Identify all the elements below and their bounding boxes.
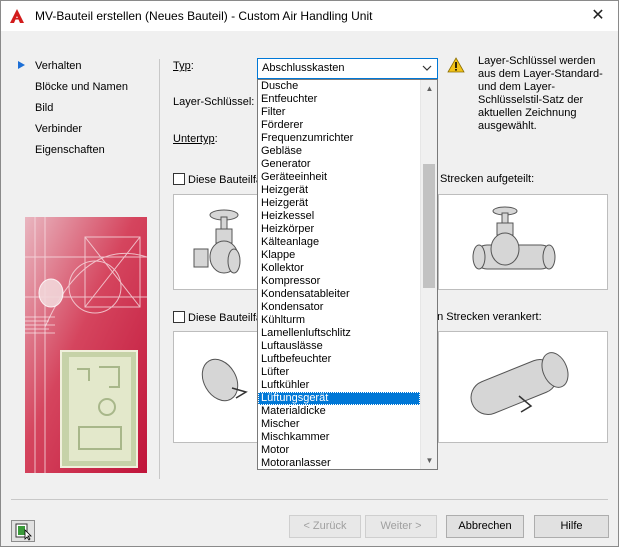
anchor-checkbox-label: Diese Bauteilfa bbox=[188, 312, 262, 324]
nav-item-2[interactable]: Bild bbox=[17, 101, 147, 122]
anchor-checkbox-row: Diese Bauteilfa bbox=[173, 311, 262, 324]
next-button[interactable]: Weiter > bbox=[365, 515, 437, 538]
typ-option[interactable]: Motor bbox=[258, 444, 420, 457]
nav-item-1[interactable]: Blöcke und Namen bbox=[17, 80, 147, 101]
typ-option-list: Dusche Entfeuchter Filter Förderer Frequenzu… bbox=[258, 80, 420, 469]
typ-option[interactable]: Heizgerät bbox=[258, 197, 420, 210]
anchor-checkbox[interactable] bbox=[173, 311, 185, 323]
nav-item-label: Verbinder bbox=[35, 123, 83, 135]
typ-option[interactable]: Frequenzumrichter bbox=[258, 132, 420, 145]
nav-item-3[interactable]: Verbinder bbox=[17, 122, 147, 143]
typ-option[interactable]: Entfeuchter bbox=[258, 93, 420, 106]
step-navigation: Verhalten Blöcke und Namen Bild Verbinder Ei… bbox=[17, 59, 147, 164]
window-title: MV-Bauteil erstellen (Neues Bauteil) - C… bbox=[35, 9, 373, 23]
typ-combobox[interactable]: Abschlusskasten bbox=[257, 58, 438, 79]
typ-option[interactable]: Materialdicke bbox=[258, 405, 420, 418]
layer-key-label: Layer-Schlüssel: bbox=[173, 96, 255, 108]
close-button[interactable]: ✕ bbox=[586, 4, 610, 28]
active-step-arrow-icon bbox=[18, 61, 25, 69]
cap-preview-small bbox=[173, 331, 259, 443]
nav-item-label: Verhalten bbox=[35, 60, 82, 72]
blueprint-illustration bbox=[25, 217, 147, 473]
typ-option[interactable]: Kompressor bbox=[258, 275, 420, 288]
typ-option[interactable]: Filter bbox=[258, 106, 420, 119]
autocad-logo-icon bbox=[10, 9, 24, 23]
subtype-label-colon: : bbox=[214, 133, 218, 145]
typ-option[interactable]: Lüfter bbox=[258, 366, 420, 379]
corner-tool-button[interactable] bbox=[11, 520, 35, 542]
typ-option[interactable]: Luftbefeuchter bbox=[258, 353, 420, 366]
typ-option[interactable]: Heizkessel bbox=[258, 210, 420, 223]
typ-combobox-value: Abschlusskasten bbox=[262, 62, 345, 74]
back-button[interactable]: < Zurück bbox=[289, 515, 361, 538]
typ-option[interactable]: Luftkühler bbox=[258, 379, 420, 392]
dialog-window: MV-Bauteil erstellen (Neues Bauteil) - C… bbox=[0, 0, 619, 547]
typ-option[interactable]: Lamellenluftschlitz bbox=[258, 327, 420, 340]
chevron-down-icon[interactable] bbox=[422, 63, 432, 73]
typ-option[interactable]: Mischkammer bbox=[258, 431, 420, 444]
valve-preview-small bbox=[173, 194, 259, 290]
typ-option[interactable]: Heizkörper bbox=[258, 223, 420, 236]
scroll-up-arrow-icon[interactable]: ▲ bbox=[421, 80, 438, 97]
typ-label-text: Typ bbox=[173, 60, 191, 72]
nav-item-label: Eigenschaften bbox=[35, 144, 105, 156]
nav-item-label: Blöcke und Namen bbox=[35, 81, 128, 93]
cancel-button[interactable]: Abbrechen bbox=[446, 515, 524, 538]
typ-option[interactable]: Klappe bbox=[258, 249, 420, 262]
typ-option[interactable]: Kondensatableiter bbox=[258, 288, 420, 301]
typ-option[interactable]: Luftauslässe bbox=[258, 340, 420, 353]
valve-icon bbox=[193, 209, 241, 274]
typ-option[interactable]: Mischer bbox=[258, 418, 420, 431]
typ-option[interactable]: Generator bbox=[258, 158, 420, 171]
typ-option[interactable]: Kälteanlage bbox=[258, 236, 420, 249]
nav-item-0[interactable]: Verhalten bbox=[17, 59, 147, 80]
dropdown-scrollbar[interactable]: ▲ ▼ bbox=[420, 80, 437, 469]
typ-option[interactable]: Lüftungsgerät bbox=[258, 392, 420, 405]
layer-key-note: Layer-Schlüssel werden aus dem Layer-Sta… bbox=[478, 55, 603, 132]
typ-label: Typ: bbox=[173, 60, 194, 72]
cylinder-icon bbox=[470, 352, 569, 415]
panel-cursor-icon bbox=[15, 523, 32, 541]
typ-option[interactable]: Motoranlasser bbox=[258, 457, 420, 469]
subtype-label-text: Untertyp bbox=[173, 133, 215, 145]
pipe-valve-icon bbox=[472, 206, 556, 270]
help-button[interactable]: Hilfe bbox=[534, 515, 609, 538]
typ-option[interactable]: Heizgerät bbox=[258, 184, 420, 197]
warning-icon bbox=[447, 57, 465, 73]
typ-option[interactable]: Dusche bbox=[258, 80, 420, 93]
vertical-separator bbox=[159, 59, 160, 479]
typ-option[interactable]: Kühlturm bbox=[258, 314, 420, 327]
subtype-label: Untertyp: bbox=[173, 133, 218, 145]
typ-option[interactable]: Kondensator bbox=[258, 301, 420, 314]
cap-preview-large bbox=[438, 331, 608, 443]
cylinder-cap-icon bbox=[201, 358, 248, 402]
footer-separator bbox=[11, 499, 608, 500]
scroll-down-arrow-icon[interactable]: ▼ bbox=[421, 452, 438, 469]
anchor-checkbox-label-end: en Strecken verankert: bbox=[431, 311, 542, 323]
nav-item-4[interactable]: Eigenschaften bbox=[17, 143, 147, 164]
nav-item-label: Bild bbox=[35, 102, 54, 114]
typ-dropdown-list[interactable]: Dusche Entfeuchter Filter Förderer Frequenzu… bbox=[257, 79, 438, 470]
typ-label-colon: : bbox=[190, 60, 194, 72]
typ-option[interactable]: Geräteeinheit bbox=[258, 171, 420, 184]
title-bar: MV-Bauteil erstellen (Neues Bauteil) - C… bbox=[1, 1, 618, 31]
scroll-thumb[interactable] bbox=[423, 164, 435, 288]
split-checkbox-row: Diese Bauteilfa bbox=[173, 173, 262, 186]
split-checkbox[interactable] bbox=[173, 173, 185, 185]
typ-option[interactable]: Förderer bbox=[258, 119, 420, 132]
typ-option[interactable]: Kollektor bbox=[258, 262, 420, 275]
split-checkbox-label: Diese Bauteilfa bbox=[188, 174, 262, 186]
side-illustration bbox=[25, 217, 147, 473]
valve-preview-large bbox=[438, 194, 608, 290]
split-checkbox-label-end: Strecken aufgeteilt: bbox=[440, 173, 535, 185]
typ-option[interactable]: Gebläse bbox=[258, 145, 420, 158]
